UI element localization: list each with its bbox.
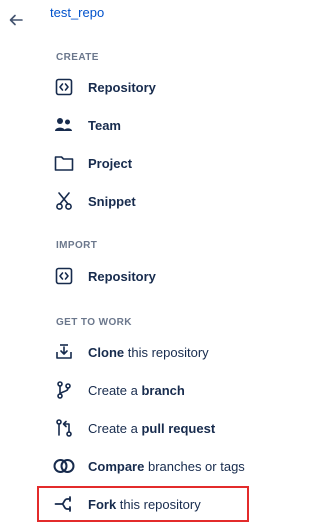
back-arrow-icon[interactable] bbox=[6, 10, 26, 30]
create-snippet-label: Snippet bbox=[88, 193, 136, 209]
pull-request-label-bold: pull request bbox=[141, 420, 216, 436]
fork-icon bbox=[52, 492, 76, 516]
compare-circles-icon bbox=[52, 454, 76, 478]
fork-repository-item[interactable]: Fork this repository bbox=[52, 491, 201, 517]
branch-icon bbox=[52, 378, 76, 402]
repo-link[interactable]: test_repo bbox=[50, 5, 104, 20]
create-repository-label: Repository bbox=[88, 79, 156, 95]
code-brackets-icon bbox=[52, 75, 76, 99]
import-repository-label: Repository bbox=[88, 268, 156, 284]
fork-label-bold: Fork bbox=[88, 496, 117, 512]
download-tray-icon bbox=[52, 340, 76, 364]
section-get-to-work-title: GET TO WORK bbox=[56, 317, 132, 328]
clone-label-rest: this repository bbox=[124, 344, 209, 360]
people-icon bbox=[52, 113, 76, 137]
branch-label-bold: branch bbox=[141, 382, 185, 398]
fork-label-rest: this repository bbox=[116, 496, 201, 512]
pull-request-icon bbox=[52, 416, 76, 440]
create-project-item[interactable]: Project bbox=[52, 150, 132, 176]
branch-label-pre: Create a bbox=[88, 382, 142, 398]
pull-request-label-pre: Create a bbox=[88, 420, 142, 436]
create-pull-request-item[interactable]: Create a pull request bbox=[52, 415, 215, 441]
scissors-icon bbox=[52, 189, 76, 213]
clone-label-bold: Clone bbox=[88, 344, 125, 360]
clone-repository-item[interactable]: Clone this repository bbox=[52, 339, 209, 365]
section-create-title: CREATE bbox=[56, 52, 99, 63]
compare-label-rest: branches or tags bbox=[144, 458, 245, 474]
create-project-label: Project bbox=[88, 155, 133, 171]
create-team-label: Team bbox=[88, 117, 121, 133]
create-snippet-item[interactable]: Snippet bbox=[52, 188, 136, 214]
section-import-title: IMPORT bbox=[56, 240, 98, 251]
create-branch-item[interactable]: Create a branch bbox=[52, 377, 185, 403]
create-repository-item[interactable]: Repository bbox=[52, 74, 156, 100]
compare-label-bold: Compare bbox=[88, 458, 145, 474]
create-team-item[interactable]: Team bbox=[52, 112, 121, 138]
compare-branches-item[interactable]: Compare branches or tags bbox=[52, 453, 245, 479]
code-brackets-icon bbox=[52, 264, 76, 288]
import-repository-item[interactable]: Repository bbox=[52, 263, 156, 289]
folder-icon bbox=[52, 151, 76, 175]
